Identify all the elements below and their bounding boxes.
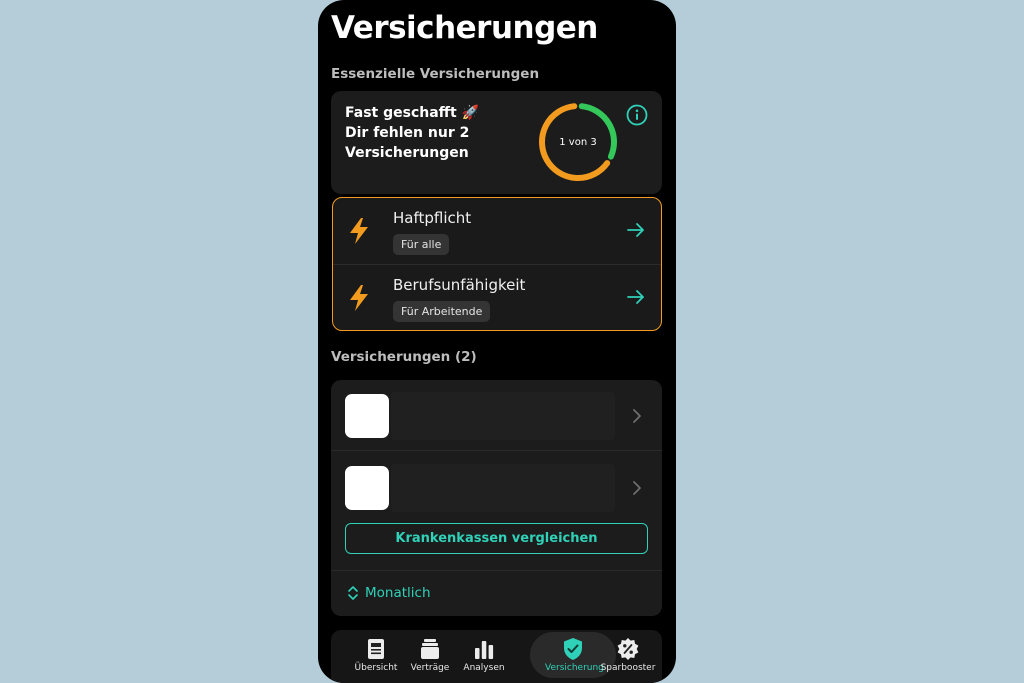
page-title: Versicherungen [331, 10, 598, 46]
lightning-icon [350, 285, 368, 311]
insurer-name-redacted [391, 464, 615, 512]
progress-line-1: Fast geschafft 🚀 [345, 105, 479, 121]
period-selector[interactable]: Monatlich [347, 585, 431, 601]
nav-label: Sparbooster [600, 663, 656, 673]
arrow-right-icon[interactable] [627, 289, 645, 305]
sort-updown-icon [348, 586, 358, 600]
nav-label: Übersicht [354, 663, 398, 673]
phone-screen: Versicherungen Essenzielle Versicherunge… [318, 0, 676, 683]
arrow-right-icon[interactable] [627, 222, 645, 238]
essentials-section-label: Essenzielle Versicherungen [331, 66, 540, 82]
ring-label: 1 von 3 [559, 136, 597, 148]
insurances-card: Krankenkassen vergleichen Monatlich [331, 380, 662, 616]
essential-item-tag: Für Arbeitende [393, 301, 491, 322]
percent-badge-icon [617, 638, 639, 660]
nav-item-vertraege[interactable]: Verträge [402, 632, 458, 678]
compare-health-insurance-button[interactable]: Krankenkassen vergleichen [345, 523, 648, 554]
essential-item-name: Berufsunfähigkeit [393, 276, 526, 294]
essential-item-tag: Für alle [393, 234, 450, 255]
essential-item-berufsunfaehigkeit[interactable]: Berufsunfähigkeit Für Arbeitende [333, 265, 661, 331]
progress-line-3: Versicherungen [345, 145, 469, 161]
analytics-icon [475, 641, 494, 659]
nav-item-sparbooster[interactable]: Sparbooster [600, 632, 656, 678]
essential-insurances-list: Haftpflicht Für alle Berufsunfähigkeit F… [332, 197, 662, 331]
insurances-section-label: Versicherungen (2) [331, 349, 477, 365]
period-label: Monatlich [365, 585, 431, 601]
nav-item-uebersicht[interactable]: Übersicht [348, 632, 404, 678]
bottom-nav: Übersicht Verträge Analysen Versicherung… [348, 632, 655, 678]
progress-card: Fast geschafft 🚀 Dir fehlen nur 2 Versic… [331, 91, 662, 194]
chevron-right-icon [633, 409, 641, 423]
insurance-item[interactable] [331, 380, 662, 451]
nav-label: Verträge [410, 663, 450, 673]
shield-check-icon [564, 638, 582, 660]
nav-item-versicherung[interactable]: Versicherung [545, 632, 604, 678]
nav-item-analysen[interactable]: Analysen [456, 632, 512, 678]
essential-item-name: Haftpflicht [393, 209, 472, 227]
nav-label: Analysen [463, 663, 505, 673]
insurance-item[interactable] [331, 452, 662, 522]
insurer-name-redacted [391, 392, 615, 440]
progress-message: Fast geschafft 🚀 Dir fehlen nur 2 Versic… [345, 103, 495, 163]
overview-icon [368, 639, 384, 659]
divider [331, 570, 662, 571]
lightning-icon [350, 218, 368, 244]
insurer-logo [345, 466, 389, 510]
nav-label: Versicherung [545, 663, 604, 673]
progress-line-2: Dir fehlen nur 2 [345, 125, 470, 141]
essential-item-haftpflicht[interactable]: Haftpflicht Für alle [333, 198, 661, 265]
contracts-icon [421, 639, 439, 659]
chevron-right-icon [633, 481, 641, 495]
insurer-logo [345, 394, 389, 438]
info-icon[interactable] [626, 104, 648, 126]
